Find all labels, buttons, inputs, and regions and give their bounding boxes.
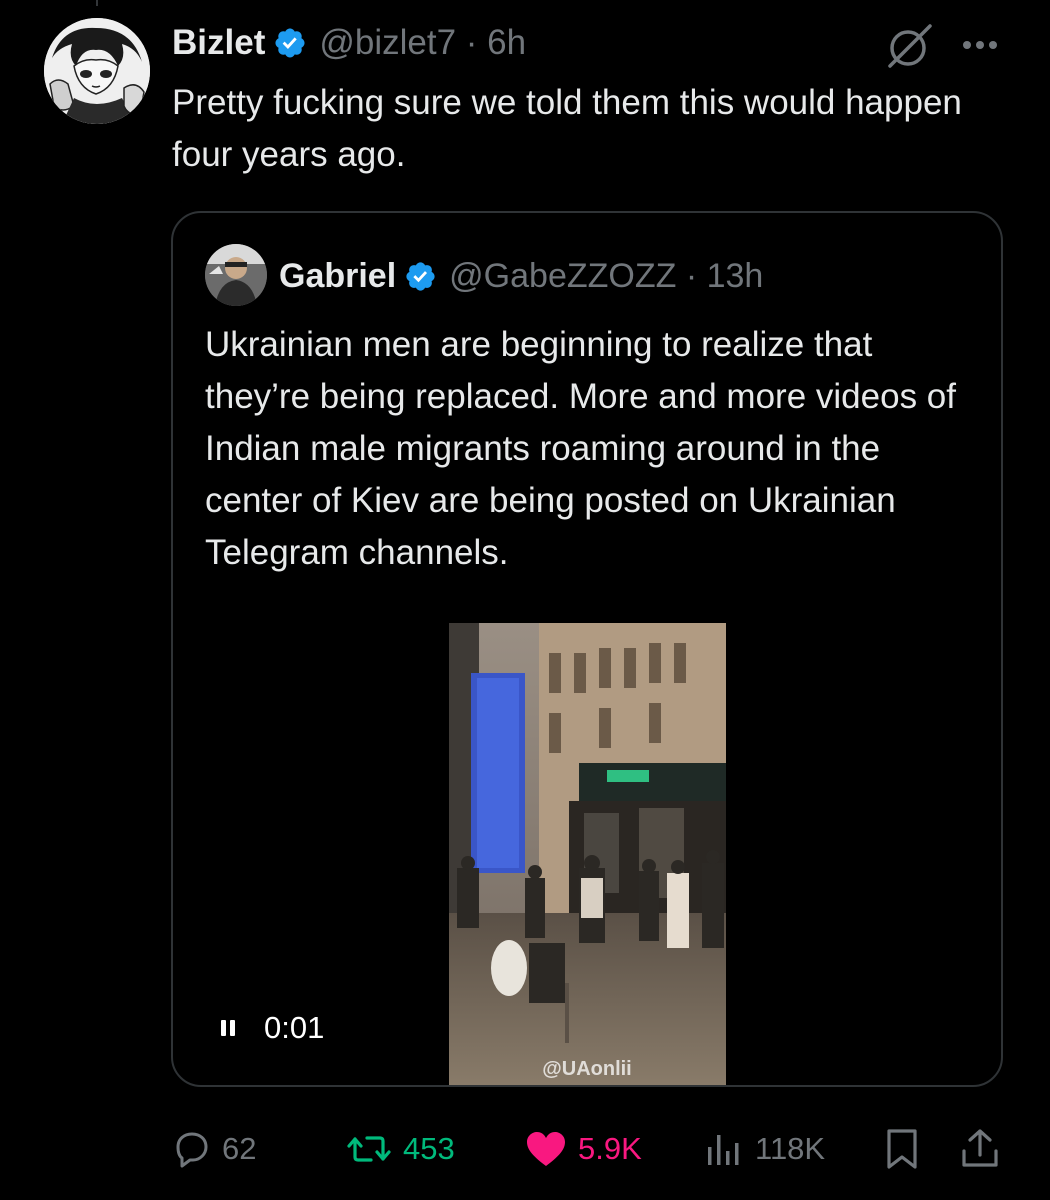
verified-badge-icon	[404, 260, 437, 293]
reply-count: 62	[222, 1131, 257, 1166]
reply-button[interactable]: 62	[172, 1124, 256, 1174]
share-button[interactable]	[958, 1124, 1002, 1174]
quoted-tweet-text: Ukrainian men are beginning to realize t…	[205, 325, 956, 572]
tweet-text: Pretty fucking sure we told them this wo…	[172, 83, 962, 174]
grok-icon[interactable]	[884, 20, 936, 72]
views-icon	[708, 1135, 739, 1165]
reply-icon	[176, 1132, 208, 1168]
video-frame: @UAonlii	[449, 623, 726, 1085]
more-icon[interactable]	[957, 30, 1003, 60]
bookmark-button[interactable]	[882, 1124, 922, 1174]
retweet-button[interactable]: 453	[345, 1124, 455, 1174]
thread-connector-line	[96, 0, 98, 6]
video-player[interactable]: @UAonlii	[449, 623, 726, 1085]
anime-avatar-image	[44, 18, 150, 124]
retweet-icon	[347, 1136, 391, 1162]
video-watermark: @UAonlii	[542, 1058, 632, 1080]
pause-icon[interactable]	[220, 1018, 238, 1038]
quoted-tweet-card[interactable]: Gabriel @GabeZZOZZ · 13h Ukrainian men a…	[171, 211, 1003, 1087]
quoted-tweet-header: Gabriel @GabeZZOZZ · 13h	[279, 251, 763, 301]
author-avatar[interactable]	[44, 18, 150, 124]
quoted-author-avatar[interactable]	[205, 244, 267, 306]
quoted-author-display-name[interactable]: Gabriel	[279, 257, 396, 296]
quoted-author-handle-time[interactable]: @GabeZZOZZ · 13h	[449, 257, 763, 296]
bookmark-icon	[887, 1129, 917, 1169]
like-count: 5.9K	[578, 1131, 642, 1166]
like-button[interactable]: 5.9K	[524, 1124, 642, 1174]
video-controls[interactable]: 0:01	[220, 1010, 324, 1046]
views-count: 118K	[755, 1131, 826, 1166]
author-handle-time[interactable]: @bizlet7 · 6h	[319, 23, 526, 63]
verified-badge-icon	[273, 26, 307, 60]
views-button[interactable]: 118K	[705, 1124, 825, 1174]
tweet-header: Bizlet @bizlet7 · 6h	[172, 18, 526, 68]
video-elapsed-time: 0:01	[264, 1010, 325, 1045]
heart-icon	[527, 1132, 565, 1166]
share-icon	[962, 1129, 998, 1167]
person-avatar-image	[205, 244, 267, 306]
retweet-count: 453	[403, 1131, 455, 1166]
author-display-name[interactable]: Bizlet	[172, 23, 265, 63]
